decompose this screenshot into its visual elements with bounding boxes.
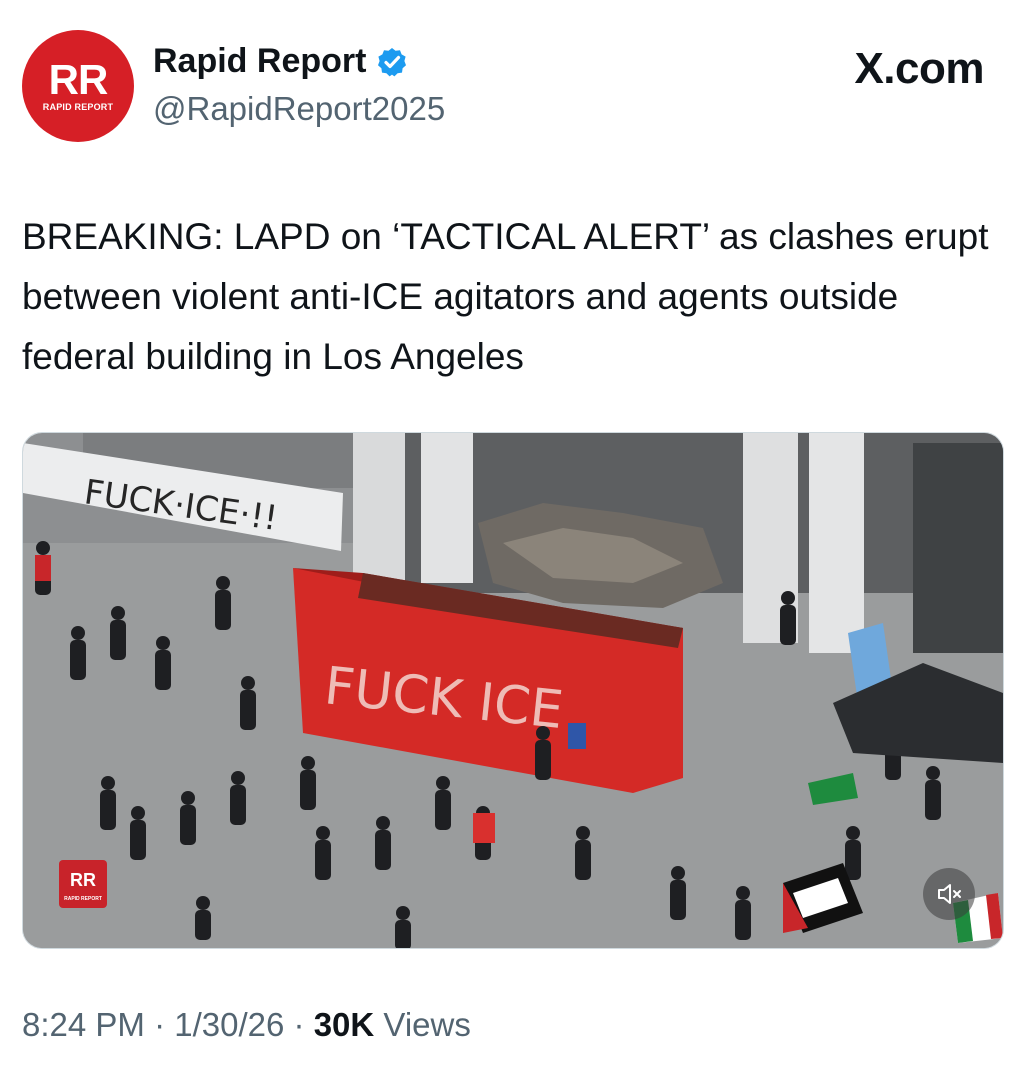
tweet-media-video[interactable]: FUCK·ICE·!! FUCK ICE RR RAPID REPORT	[22, 432, 1004, 949]
display-name[interactable]: Rapid Report	[153, 42, 366, 81]
site-label: X.com	[854, 44, 984, 93]
account-handle[interactable]: @RapidReport2025	[153, 90, 445, 128]
tweet-date[interactable]: 1/30/26	[174, 1006, 284, 1043]
video-watermark-logo: RR RAPID REPORT	[59, 860, 107, 908]
video-frame-image: FUCK·ICE·!! FUCK ICE	[23, 433, 1003, 948]
muted-speaker-icon	[935, 880, 963, 908]
avatar-subtitle: RAPID REPORT	[42, 102, 114, 112]
verified-badge-icon	[376, 46, 408, 78]
views-count[interactable]: 30K	[314, 1006, 375, 1043]
watermark-subtitle: RAPID REPORT	[64, 896, 102, 902]
tweet-time[interactable]: 8:24 PM	[22, 1006, 145, 1043]
avatar-initials: RR	[48, 56, 109, 103]
display-name-row[interactable]: Rapid Report	[153, 42, 408, 81]
views-label[interactable]: Views	[383, 1006, 470, 1043]
watermark-initials: RR	[70, 870, 96, 890]
mute-toggle-button[interactable]	[923, 868, 975, 920]
meta-separator: ·	[154, 1006, 166, 1043]
tweet-text: BREAKING: LAPD on ‘TACTICAL ALERT’ as cl…	[22, 216, 989, 377]
meta-separator: ·	[293, 1006, 305, 1043]
tweet-meta-row: 8:24 PM · 1/30/26 · 30K Views	[22, 1006, 471, 1044]
avatar[interactable]: RR RAPID REPORT	[22, 30, 134, 142]
